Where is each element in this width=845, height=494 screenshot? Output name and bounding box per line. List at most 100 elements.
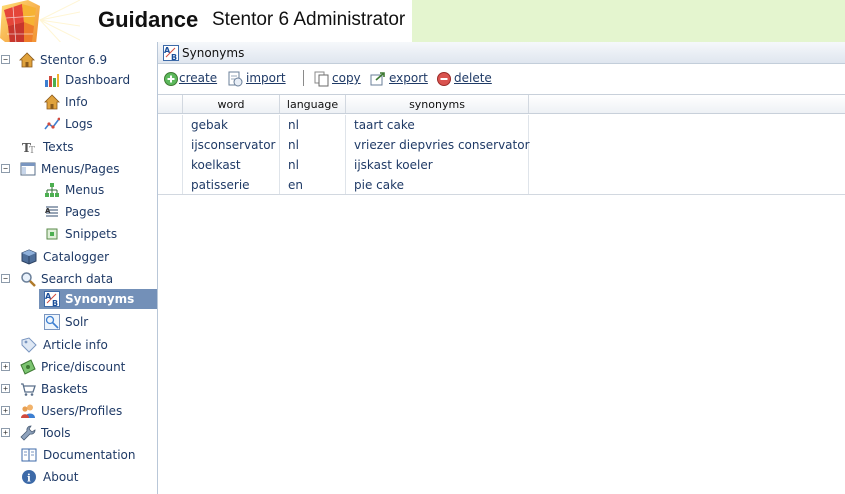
svg-text:B: B	[52, 299, 58, 307]
cell-word: gebak	[191, 118, 228, 132]
sidebar-item-label: Pages	[65, 205, 101, 219]
table-row[interactable]: patisserie en pie cake	[158, 175, 845, 195]
sidebar-item-label: Stentor 6.9	[40, 53, 108, 67]
layout-icon	[20, 162, 36, 176]
row-number-header	[158, 95, 183, 113]
cell-word: ijsconservator	[191, 138, 276, 152]
sidebar-item-label: About	[43, 470, 79, 484]
svg-text:B: B	[171, 53, 177, 61]
sidebar-item-documentation[interactable]: Documentation	[0, 445, 157, 465]
sidebar-item-stentor[interactable]: − Stentor 6.9	[0, 50, 157, 70]
import-button[interactable]: import	[227, 70, 289, 88]
expand-icon[interactable]: +	[1, 362, 10, 371]
text-icon: TT	[22, 141, 35, 155]
copy-button[interactable]: copy	[314, 70, 362, 88]
sidebar-tree: − Stentor 6.9 Dashboard Info Logs TT Tex…	[0, 42, 158, 494]
toolbar: create import copy export delete	[158, 65, 845, 93]
sidebar-item-menus[interactable]: Menus	[0, 180, 157, 200]
create-button[interactable]: create	[163, 70, 221, 88]
sidebar-item-users-profiles[interactable]: + Users/Profiles	[0, 401, 157, 421]
cell-word: koelkast	[191, 158, 241, 172]
synonyms-icon: AB	[163, 45, 179, 61]
sidebar-item-pages[interactable]: A Pages	[0, 202, 157, 222]
column-header-word[interactable]: word	[183, 95, 280, 113]
sidebar-item-info[interactable]: Info	[0, 92, 157, 112]
sidebar-item-label: Texts	[43, 140, 74, 154]
collapse-icon[interactable]: −	[1, 55, 10, 64]
sidebar-item-search-data[interactable]: − Search data	[0, 269, 157, 289]
svg-text:T: T	[29, 146, 35, 155]
sidebar-item-baskets[interactable]: + Baskets	[0, 379, 157, 399]
brand-name: Guidance	[98, 7, 199, 32]
grid-body: gebak nl taart cake ijsconservator nl vr…	[158, 115, 845, 195]
book-icon	[21, 448, 37, 462]
add-icon	[164, 72, 178, 86]
copy-icon	[314, 71, 329, 87]
sidebar-item-label: Price/discount	[41, 360, 126, 374]
svg-text:i: i	[27, 474, 31, 485]
app-header: Guidance Stentor 6 Administrator	[0, 0, 845, 46]
sidebar-item-article-info[interactable]: Article info	[0, 335, 157, 355]
sidebar-item-about[interactable]: i About	[0, 467, 157, 487]
sidebar-item-label: Users/Profiles	[41, 404, 123, 418]
snippet-icon	[46, 228, 58, 240]
table-row[interactable]: ijsconservator nl vriezer diepvries cons…	[158, 135, 845, 155]
cell-synonyms: pie cake	[354, 178, 405, 192]
home-icon	[44, 94, 60, 110]
expand-icon[interactable]: +	[1, 406, 10, 415]
sidebar-item-label: Catalogger	[43, 250, 110, 264]
sidebar-item-menus-pages[interactable]: − Menus/Pages	[0, 159, 157, 179]
cell-language: nl	[288, 158, 299, 172]
expand-icon[interactable]: +	[1, 428, 10, 437]
sidebar-item-label: Menus/Pages	[41, 162, 120, 176]
table-row[interactable]: koelkast nl ijskast koeler	[158, 155, 845, 175]
cell-word: patisserie	[191, 178, 250, 192]
sidebar-item-tools[interactable]: + Tools	[0, 423, 157, 443]
panel-title: Synonyms	[182, 46, 245, 60]
page-icon: A	[45, 206, 58, 217]
sidebar-item-label: Menus	[65, 183, 105, 197]
synonyms-icon: AB	[44, 291, 60, 307]
delete-button[interactable]: delete	[436, 70, 494, 88]
sidebar-item-solr[interactable]: Solr	[0, 312, 157, 332]
column-header-synonyms[interactable]: synonyms	[346, 95, 529, 113]
product-name: Stentor 6 Administrator	[212, 9, 406, 30]
wrench-icon	[20, 425, 36, 441]
sidebar-item-texts[interactable]: TT Texts	[0, 137, 157, 157]
sidebar-item-label: Solr	[65, 315, 89, 329]
table-row[interactable]: gebak nl taart cake	[158, 115, 845, 135]
basket-icon	[21, 383, 36, 396]
sidebar-item-snippets[interactable]: Snippets	[0, 224, 157, 244]
delete-icon	[437, 72, 451, 86]
header-accent	[412, 0, 845, 42]
sidebar-item-synonyms[interactable]: AB Synonyms	[39, 289, 157, 309]
guidance-logo-icon	[0, 0, 80, 46]
import-icon	[228, 71, 243, 87]
line-chart-icon	[44, 117, 60, 130]
sidebar-item-price-discount[interactable]: + Price/discount	[0, 357, 157, 377]
sidebar-item-label: Info	[65, 95, 88, 109]
tag-icon	[21, 337, 37, 353]
cell-language: nl	[288, 118, 299, 132]
cell-synonyms: vriezer diepvries conservator	[354, 138, 530, 152]
box-icon	[21, 249, 37, 265]
expand-icon[interactable]: +	[1, 384, 10, 393]
sidebar-item-catalogger[interactable]: Catalogger	[0, 247, 157, 267]
cell-synonyms: taart cake	[354, 118, 415, 132]
info-icon: i	[22, 470, 36, 485]
sidebar-item-label: Tools	[41, 426, 71, 440]
sidebar-item-dashboard[interactable]: Dashboard	[0, 70, 157, 90]
sidebar-item-label: Snippets	[65, 227, 118, 241]
grid-header: word language synonyms	[158, 94, 845, 114]
sidebar-item-logs[interactable]: Logs	[0, 114, 157, 134]
svg-text:A: A	[45, 207, 51, 215]
collapse-icon[interactable]: −	[1, 274, 10, 283]
panel-titlebar: AB Synonyms	[158, 42, 845, 64]
solr-icon	[44, 314, 60, 330]
collapse-icon[interactable]: −	[1, 164, 10, 173]
toolbar-separator	[303, 70, 304, 86]
column-header-language[interactable]: language	[280, 95, 346, 113]
chart-icon	[45, 74, 59, 87]
export-button[interactable]: export	[370, 70, 430, 88]
sidebar-item-label: Synonyms	[65, 292, 135, 306]
